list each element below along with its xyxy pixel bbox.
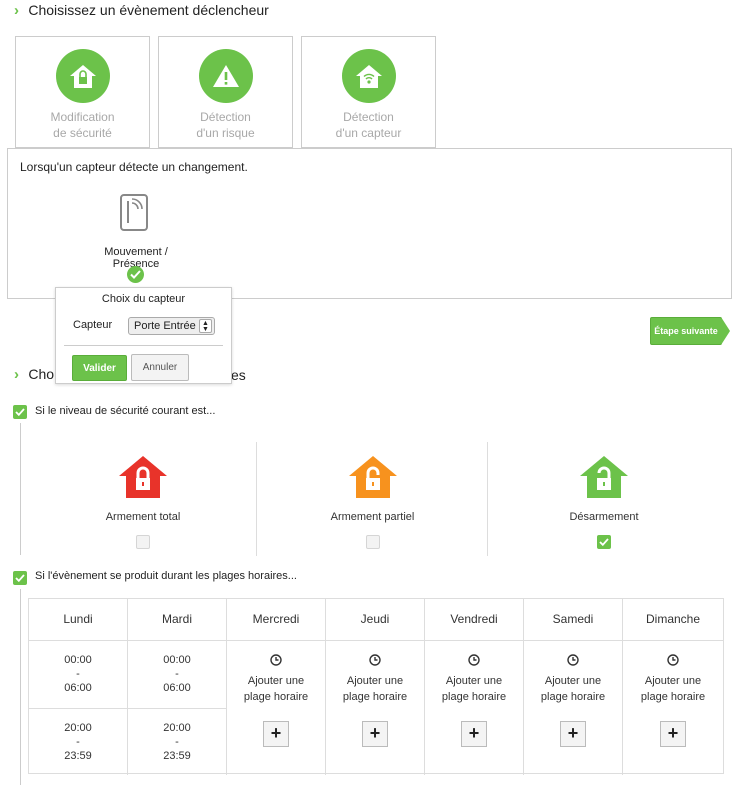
slot-sep: -	[76, 668, 80, 680]
day-column-mardi: Mardi 00:00 - 06:00 20:00 - 23:59	[128, 599, 227, 775]
section1-header: › Choisissez un évènement déclencheur	[14, 2, 269, 19]
clock-icon	[524, 654, 622, 669]
time-slot[interactable]: 20:00 - 23:59	[128, 708, 226, 775]
security-level-label: Armement partiel	[330, 511, 415, 523]
trigger-risk-detection[interactable]: Détection d'un risque	[158, 36, 293, 148]
motion-sensor-icon[interactable]	[119, 193, 151, 236]
add-slot-text: Ajouter une plage horaire	[640, 675, 706, 703]
add-slot-button[interactable]: +	[461, 721, 487, 747]
day-header: Mercredi	[227, 599, 325, 641]
trigger-label-line1: Modification	[50, 110, 115, 124]
day-column-mercredi: Mercredi Ajouter une plage horaire +	[227, 599, 326, 775]
chevron-right-icon: ›	[14, 366, 19, 383]
day-header: Mardi	[128, 599, 226, 641]
slot-start: 20:00	[64, 722, 92, 734]
day-header: Samedi	[524, 599, 622, 641]
trigger-label-line2: de sécurité	[53, 126, 112, 140]
day-header: Jeudi	[326, 599, 424, 641]
condition1-line	[20, 423, 21, 555]
slot-end: 06:00	[64, 682, 92, 694]
slot-sep: -	[175, 668, 179, 680]
popup-title: Choix du capteur	[101, 293, 186, 305]
day-header: Dimanche	[623, 599, 723, 641]
add-slot-text: Ajouter une plage horaire	[243, 675, 309, 703]
add-slot-button[interactable]: +	[263, 721, 289, 747]
day-column-samedi: Samedi Ajouter une plage horaire +	[524, 599, 623, 775]
slot-start: 00:00	[163, 654, 191, 666]
day-header: Lundi	[29, 599, 127, 641]
validate-button[interactable]: Valider	[72, 355, 127, 381]
day-column-dimanche: Dimanche Ajouter une plage horaire +	[623, 599, 723, 775]
trigger-label-line2: d'un risque	[196, 126, 255, 140]
house-lock-icon	[55, 49, 110, 103]
capteur-selected-value: Porte Entrée	[134, 320, 196, 332]
section2-title-start: Cho	[28, 366, 55, 382]
armed-partial-checkbox[interactable]	[365, 535, 380, 549]
check-icon	[127, 266, 144, 283]
add-slot-button[interactable]: +	[660, 721, 686, 747]
house-lock-open-icon	[347, 454, 399, 503]
slot-sep: -	[175, 736, 179, 748]
schedule-grid: Lundi 00:00 - 06:00 20:00 - 23:59 Mardi …	[28, 598, 724, 775]
security-level-armed-partial: Armement partiel	[258, 442, 488, 556]
condition2-label: Si l'évènement se produit durant les pla…	[35, 570, 297, 582]
add-slot-button[interactable]: +	[362, 721, 388, 747]
security-level-armed-total: Armement total	[30, 442, 257, 556]
trigger-sensor-detection[interactable]: Détection d'un capteur	[301, 36, 436, 148]
trigger-security-change[interactable]: Modification de sécurité	[15, 36, 150, 148]
chevron-right-icon: ›	[14, 2, 19, 19]
clock-icon	[623, 654, 723, 669]
clock-icon	[326, 654, 424, 669]
section2-header: › Cho	[14, 366, 54, 383]
security-level-label: Armement total	[105, 511, 181, 523]
condition2-checkbox[interactable]	[13, 571, 27, 585]
slot-start: 20:00	[163, 722, 191, 734]
slot-end: 06:00	[163, 682, 191, 694]
disarmed-checkbox[interactable]	[597, 535, 611, 549]
house-signal-icon	[341, 49, 396, 103]
add-slot-text: Ajouter une plage horaire	[540, 675, 606, 703]
time-slot[interactable]: 20:00 - 23:59	[29, 708, 127, 775]
day-column-lundi: Lundi 00:00 - 06:00 20:00 - 23:59	[29, 599, 128, 775]
add-slot-text: Ajouter une plage horaire	[441, 675, 507, 703]
popup-divider	[64, 345, 223, 346]
security-level-disarmed: Désarmement	[489, 442, 719, 556]
condition1-checkbox[interactable]	[13, 405, 27, 419]
slot-end: 23:59	[163, 750, 191, 762]
slot-sep: -	[76, 736, 80, 748]
time-slot[interactable]: 00:00 - 06:00	[29, 641, 127, 708]
time-slot[interactable]: 00:00 - 06:00	[128, 641, 226, 708]
day-column-jeudi: Jeudi Ajouter une plage horaire +	[326, 599, 425, 775]
trigger-label-line2: d'un capteur	[335, 126, 402, 140]
capteur-select[interactable]: Porte Entrée ▲ ▼	[128, 317, 215, 335]
armed-total-checkbox[interactable]	[136, 535, 150, 549]
sensor-panel: Lorsqu'un capteur détecte un changement.…	[7, 148, 732, 299]
sensor-choice-popup: Choix du capteur Capteur Porte Entrée ▲ ▼…	[55, 287, 232, 384]
add-slot-text: Ajouter une plage horaire	[342, 675, 408, 703]
section1-title: Choisissez un évènement déclencheur	[28, 2, 269, 18]
warning-icon	[198, 49, 253, 103]
add-slot-button[interactable]: +	[560, 721, 586, 747]
slot-end: 23:59	[64, 750, 92, 762]
slot-start: 00:00	[64, 654, 92, 666]
trigger-label-line1: Détection	[200, 110, 251, 124]
capteur-label: Capteur	[73, 319, 113, 331]
clock-icon	[227, 654, 325, 669]
day-header: Vendredi	[425, 599, 523, 641]
day-column-vendredi: Vendredi Ajouter une plage horaire +	[425, 599, 524, 775]
house-unlocked-icon	[578, 454, 630, 503]
select-arrows-icon: ▲ ▼	[199, 319, 212, 333]
security-level-label: Désarmement	[569, 511, 639, 523]
clock-icon	[425, 654, 523, 669]
cancel-button[interactable]: Annuler	[131, 354, 189, 381]
trigger-label-line1: Détection	[343, 110, 394, 124]
next-step-arrow	[721, 317, 730, 345]
panel-description: Lorsqu'un capteur détecte un changement.	[20, 160, 248, 174]
condition1-label: Si le niveau de sécurité courant est...	[35, 405, 216, 417]
section2-title-end: es	[231, 367, 246, 383]
condition2-line	[20, 589, 21, 785]
next-step-button[interactable]: Étape suivante	[650, 317, 722, 345]
house-lock-icon	[117, 454, 169, 503]
